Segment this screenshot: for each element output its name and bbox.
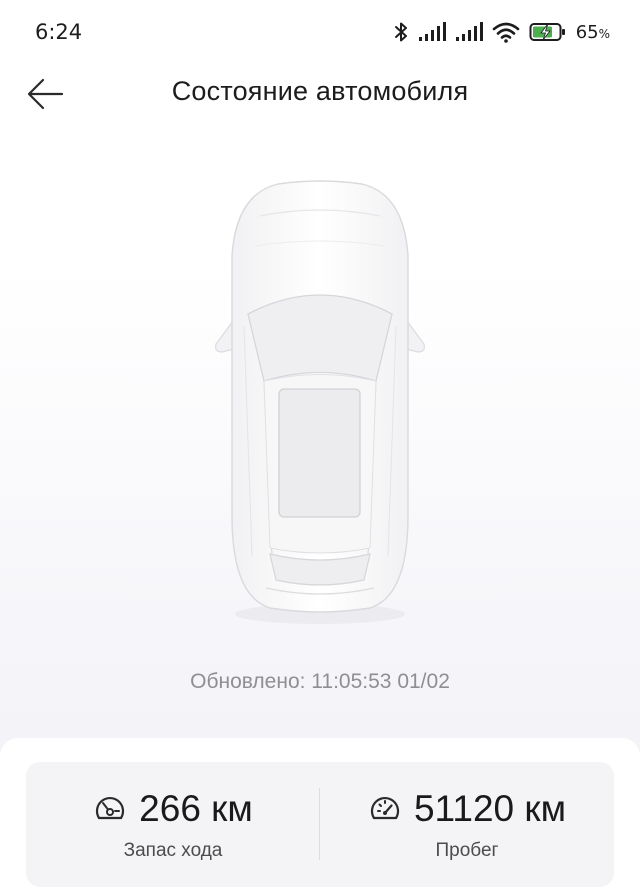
stats-card: 266 км Запас хода 51120 км Пробег xyxy=(26,762,614,887)
range-value: 266 км xyxy=(139,788,253,829)
signal-icon xyxy=(455,22,483,41)
status-icons: 65% xyxy=(384,18,610,46)
mileage-stat[interactable]: 51120 км Пробег xyxy=(320,762,614,887)
bottom-sheet: 266 км Запас хода 51120 км Пробег xyxy=(0,738,640,889)
status-bar: 6:24 65% xyxy=(0,0,640,66)
bluetooth-icon xyxy=(394,22,407,42)
range-stat[interactable]: 266 км Запас хода xyxy=(26,762,320,887)
speedometer-icon xyxy=(370,797,399,820)
header: Состояние автомобиля xyxy=(0,66,640,122)
status-time: 6:24 xyxy=(35,20,83,44)
wifi-icon xyxy=(492,22,519,43)
updated-timestamp: Обновлено: 11:05:53 01/02 xyxy=(190,670,450,693)
gauge-icon xyxy=(96,797,125,820)
mileage-value: 51120 км xyxy=(413,788,567,829)
car-illustration xyxy=(200,176,440,646)
page-title: Состояние автомобиля xyxy=(171,76,469,106)
mileage-label: Пробег xyxy=(435,840,499,861)
range-label: Запас хода xyxy=(123,840,223,861)
battery-charging-icon xyxy=(529,23,565,41)
signal-icon xyxy=(418,22,446,41)
battery-level: 65% xyxy=(575,21,610,43)
